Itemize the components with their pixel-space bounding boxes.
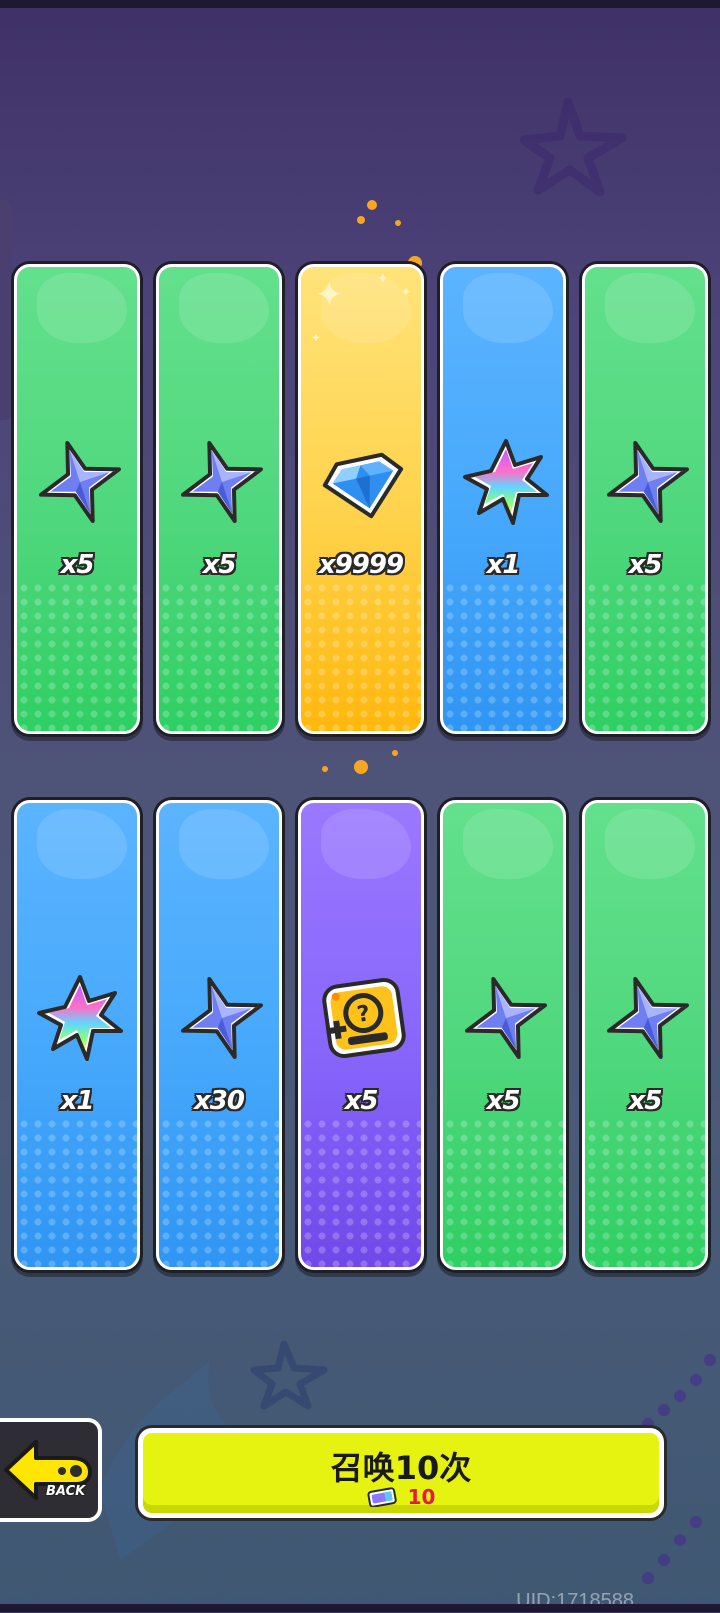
blue-star-crystal-icon	[607, 441, 689, 523]
reward-quantity: x1	[60, 1086, 95, 1116]
card-splash	[463, 809, 553, 879]
reward-quantity: x5	[486, 1086, 521, 1116]
card-dot-pattern	[159, 1117, 279, 1267]
summon-label: 召唤10次	[330, 1449, 472, 1487]
reward-card[interactable]: x5	[582, 264, 708, 734]
reward-quantity: x5	[628, 550, 663, 580]
reward-card[interactable]: x1	[14, 800, 140, 1270]
sparkle-dot	[367, 200, 377, 210]
side-drawer-handle[interactable]	[0, 200, 12, 420]
summon-10-button[interactable]: 召唤10次 10	[138, 1428, 664, 1518]
reward-card[interactable]: x5	[582, 800, 708, 1270]
blue-star-crystal-icon	[39, 441, 121, 523]
reward-card[interactable]: x30	[156, 800, 282, 1270]
navigation-bar	[0, 1604, 720, 1612]
blue-star-crystal-icon	[181, 977, 263, 1059]
blue-star-crystal-icon	[465, 977, 547, 1059]
card-splash	[37, 273, 127, 343]
sparkle-dot	[395, 220, 401, 226]
sparkle-dot	[357, 216, 365, 224]
reward-quantity: x30	[194, 1086, 245, 1116]
sparkle-dot	[392, 750, 398, 756]
card-dot-pattern	[585, 1117, 705, 1267]
reward-card[interactable]: x1	[440, 264, 566, 734]
reward-quantity: x5	[202, 550, 237, 580]
summon-cost-value: 10	[407, 1485, 436, 1509]
reward-quantity: x1	[486, 550, 521, 580]
card-dot-pattern	[17, 581, 137, 731]
sparkle-icon: ✦	[377, 271, 389, 287]
back-button[interactable]: BACK	[0, 1418, 102, 1522]
reward-quantity: x5	[60, 550, 95, 580]
rainbow-leaf-crystal-icon	[463, 439, 549, 525]
card-dot-pattern	[301, 581, 421, 731]
sparkle-icon: ✦	[401, 285, 412, 299]
blue-star-crystal-icon	[607, 977, 689, 1059]
background-star-icon	[520, 97, 627, 196]
reward-card[interactable]: x5	[14, 264, 140, 734]
card-splash	[37, 809, 127, 879]
mystery-badge-icon: ?	[322, 978, 406, 1058]
card-splash	[463, 273, 553, 343]
card-dot-pattern	[585, 581, 705, 731]
reward-card[interactable]: ? x5	[298, 800, 424, 1270]
ticket-icon	[366, 1487, 397, 1507]
blue-star-crystal-icon	[181, 441, 263, 523]
card-splash	[179, 273, 269, 343]
reward-card[interactable]: x5	[440, 800, 566, 1270]
card-splash	[179, 809, 269, 879]
rainbow-leaf-crystal-icon	[37, 975, 123, 1061]
reward-quantity: x5	[628, 1086, 663, 1116]
card-dot-pattern	[443, 1117, 563, 1267]
status-bar	[0, 0, 720, 8]
reward-quantity: x9999	[318, 550, 404, 580]
summon-cost: 10	[143, 1485, 659, 1509]
reward-card-rare[interactable]: ✦ ✦ ✦ ✦ x9999	[298, 264, 424, 734]
card-dot-pattern	[301, 1117, 421, 1267]
card-splash	[605, 809, 695, 879]
card-dot-pattern	[17, 1117, 137, 1267]
card-dot-pattern	[443, 581, 563, 731]
reward-quantity: x5	[344, 1086, 379, 1116]
back-label: BACK	[46, 1484, 86, 1499]
card-dot-pattern	[159, 581, 279, 731]
card-splash	[321, 809, 411, 879]
blue-diamond-gem-icon	[322, 452, 404, 519]
sparkle-icon: ✦	[311, 331, 322, 345]
sparkle-dot	[322, 766, 328, 772]
sparkle-icon: ✦	[315, 275, 344, 315]
card-splash	[605, 273, 695, 343]
sparkle-dot	[354, 760, 368, 774]
reward-card[interactable]: x5	[156, 264, 282, 734]
